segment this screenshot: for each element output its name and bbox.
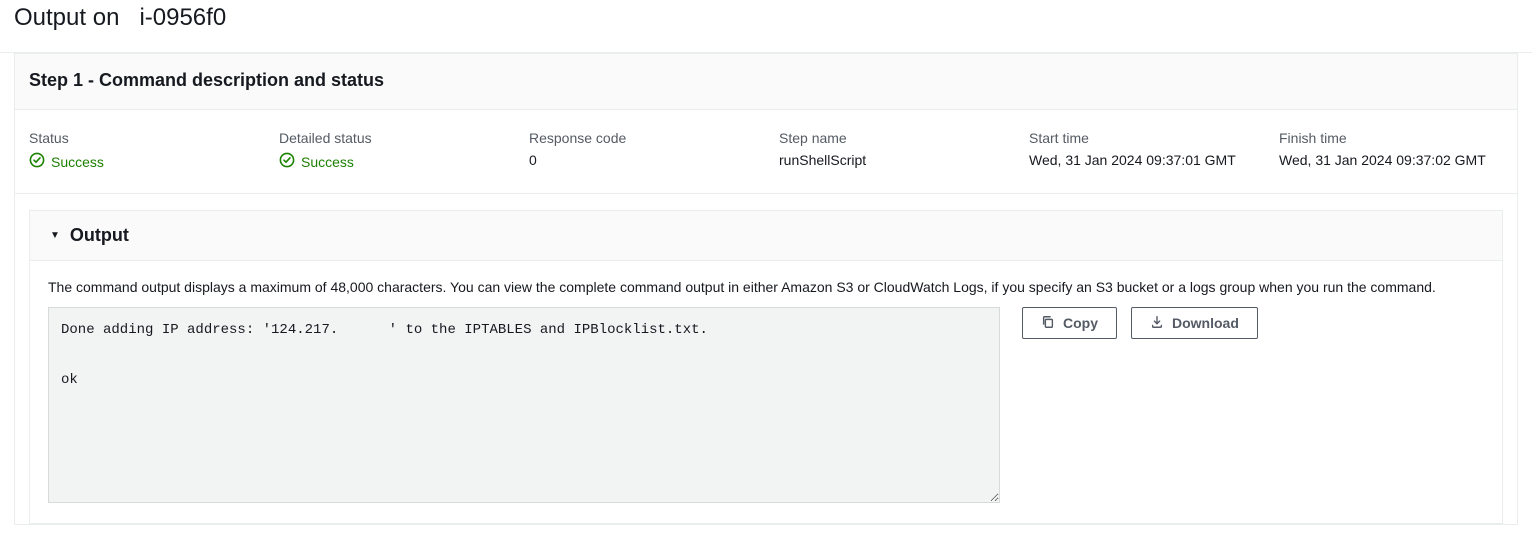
status-col-detailed: Detailed status Success bbox=[279, 130, 529, 171]
caret-down-icon: ▼ bbox=[50, 230, 60, 241]
download-label: Download bbox=[1172, 315, 1239, 331]
status-col-start: Start time Wed, 31 Jan 2024 09:37:01 GMT bbox=[1029, 130, 1279, 171]
instance-id: i-0956f0 bbox=[139, 4, 226, 31]
status-value: Success bbox=[29, 152, 104, 171]
output-description: The command output displays a maximum of… bbox=[30, 261, 1502, 307]
output-textarea[interactable] bbox=[48, 307, 1000, 503]
response-code-label: Response code bbox=[529, 130, 779, 146]
detailed-status-text: Success bbox=[301, 154, 354, 170]
output-panel: ▼ Output The command output displays a m… bbox=[29, 210, 1503, 524]
output-title: Output bbox=[70, 225, 129, 246]
step-panel: Step 1 - Command description and status … bbox=[14, 53, 1518, 525]
step-title: Step 1 - Command description and status bbox=[29, 70, 1503, 91]
detailed-status-label: Detailed status bbox=[279, 130, 529, 146]
status-col-stepname: Step name runShellScript bbox=[779, 130, 1029, 171]
copy-label: Copy bbox=[1063, 315, 1098, 331]
step-name-value: runShellScript bbox=[779, 152, 1029, 168]
start-time-value: Wed, 31 Jan 2024 09:37:01 GMT bbox=[1029, 152, 1279, 168]
check-circle-icon bbox=[29, 152, 45, 171]
download-icon bbox=[1150, 315, 1164, 332]
step-name-label: Step name bbox=[779, 130, 1029, 146]
copy-button[interactable]: Copy bbox=[1022, 307, 1117, 339]
step-header: Step 1 - Command description and status bbox=[15, 54, 1517, 110]
status-row: Status Success Detailed status bbox=[15, 110, 1517, 194]
download-button[interactable]: Download bbox=[1131, 307, 1258, 339]
status-col-finish: Finish time Wed, 31 Jan 2024 09:37:02 GM… bbox=[1279, 130, 1529, 171]
copy-icon bbox=[1041, 315, 1055, 332]
status-col-response: Response code 0 bbox=[529, 130, 779, 171]
status-col-status: Status Success bbox=[29, 130, 279, 171]
output-actions: Copy Download bbox=[1022, 307, 1258, 339]
check-circle-icon bbox=[279, 152, 295, 171]
detailed-status-value: Success bbox=[279, 152, 354, 171]
finish-time-value: Wed, 31 Jan 2024 09:37:02 GMT bbox=[1279, 152, 1529, 168]
page-title: Output on i-0956f0 bbox=[14, 4, 1518, 32]
output-toggle[interactable]: ▼ Output bbox=[30, 211, 1502, 261]
start-time-label: Start time bbox=[1029, 130, 1279, 146]
output-body: Copy Download bbox=[30, 307, 1502, 523]
page-title-prefix: Output on bbox=[14, 4, 119, 31]
response-code-value: 0 bbox=[529, 152, 779, 168]
status-label: Status bbox=[29, 130, 279, 146]
finish-time-label: Finish time bbox=[1279, 130, 1529, 146]
status-text: Success bbox=[51, 154, 104, 170]
